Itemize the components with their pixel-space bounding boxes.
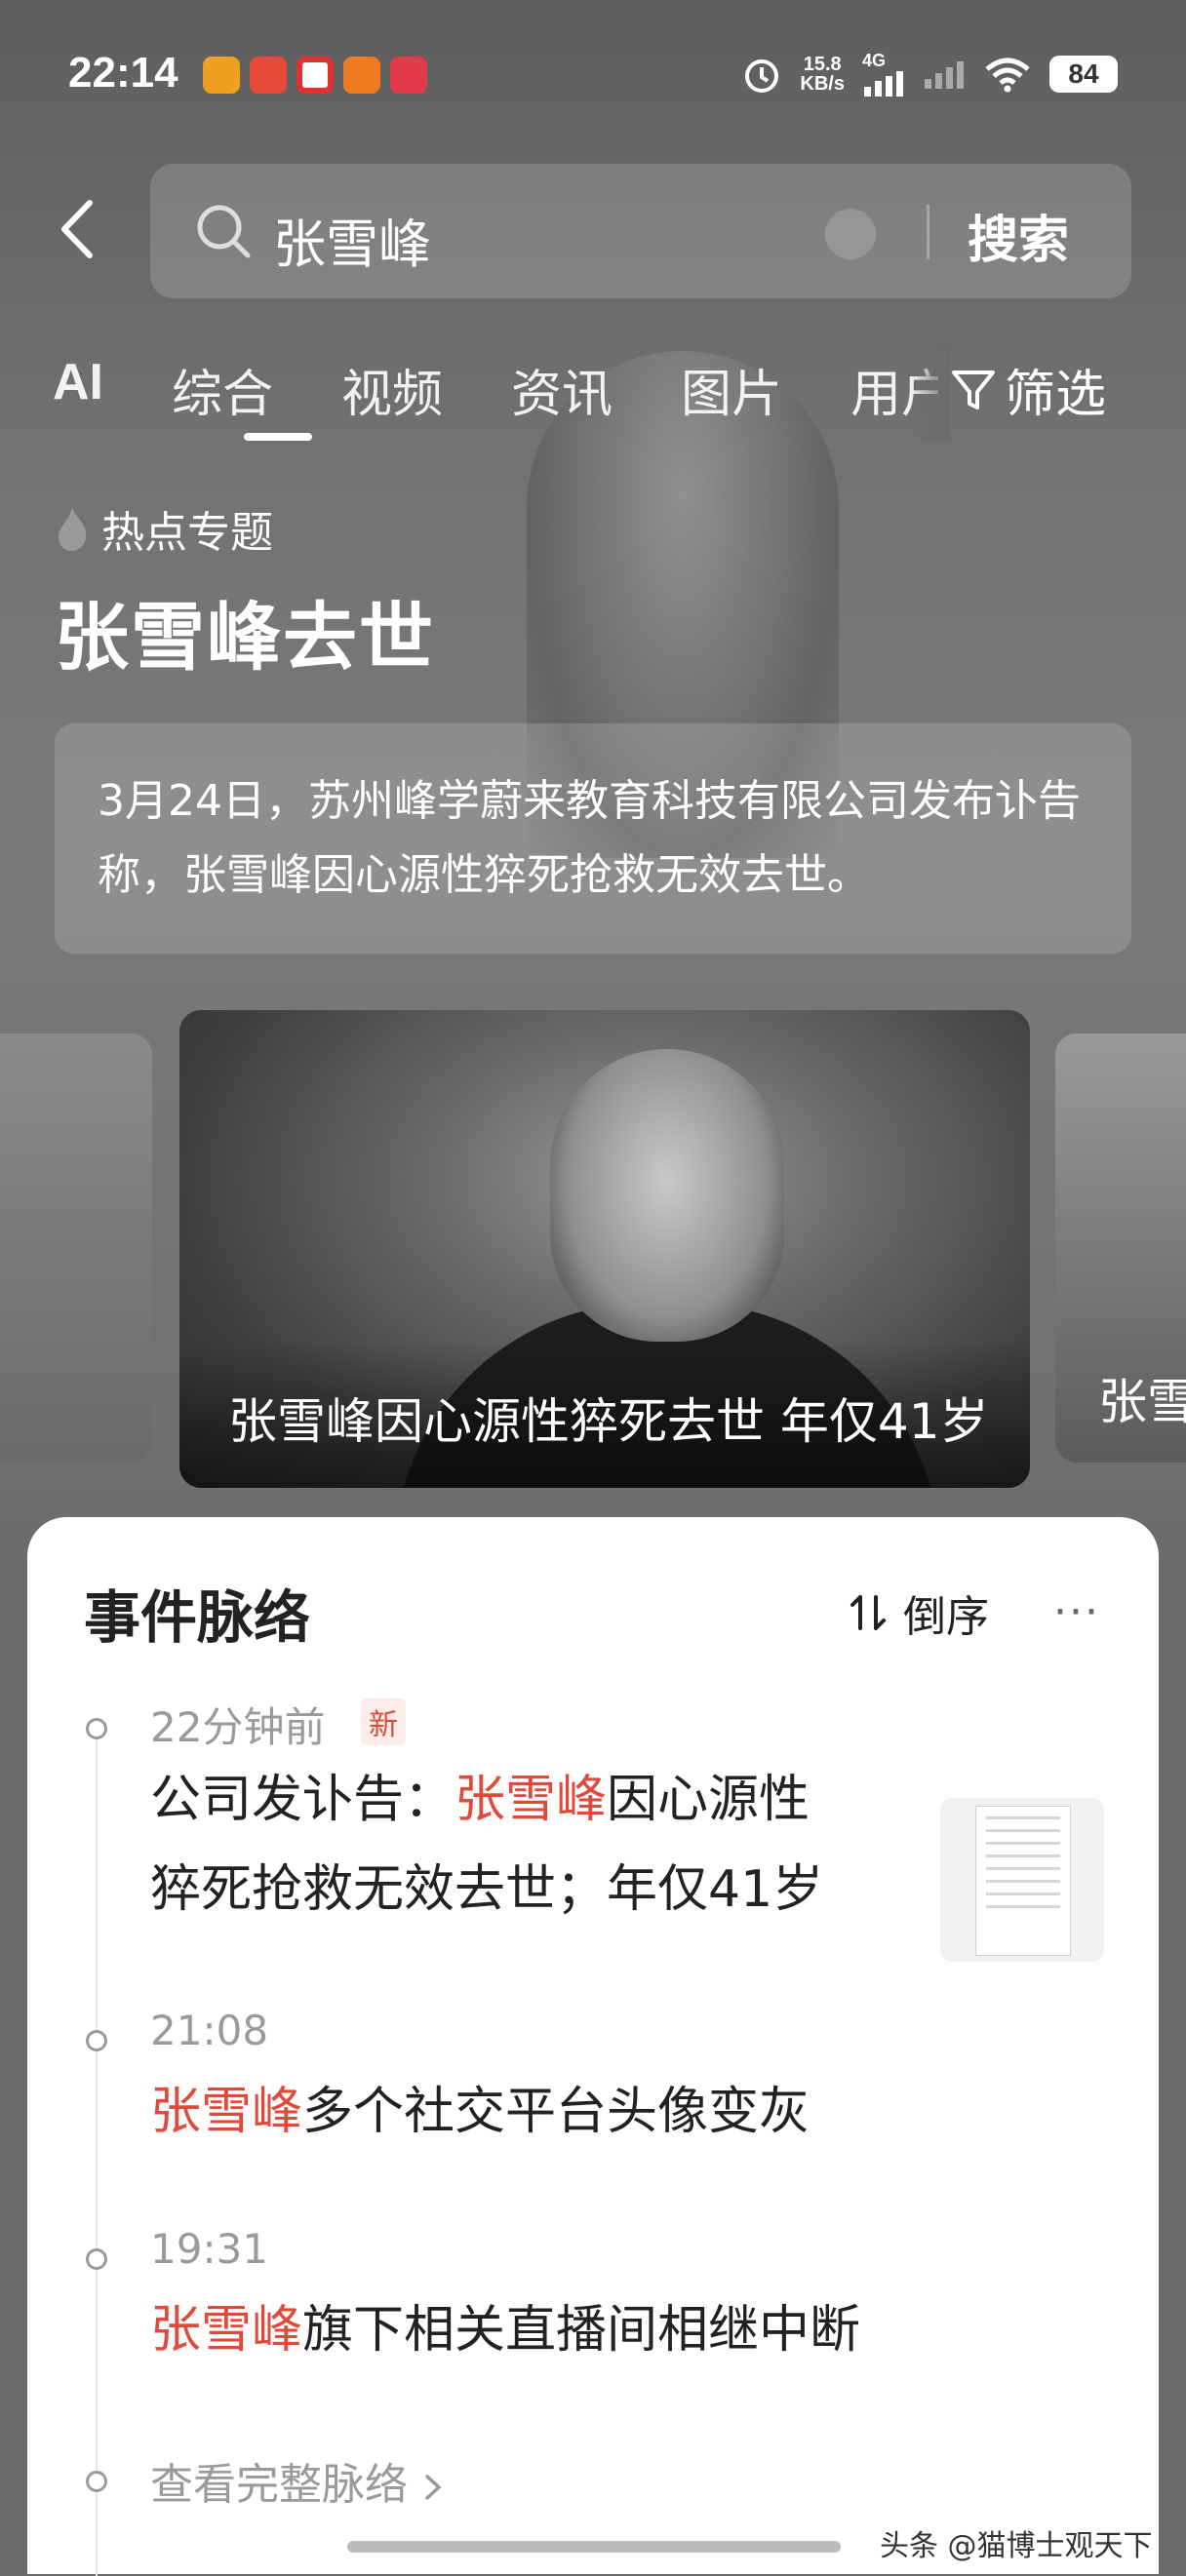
app-icon	[390, 57, 427, 94]
sort-icon	[850, 1595, 886, 1630]
event-timeline-card: 事件脉络 倒序 ··· 22分钟前 新 公司发讣告：张雪峰因心源性 猝死抢救无效…	[27, 1517, 1159, 2576]
filter-label: 筛选	[1005, 366, 1107, 424]
hot-topic-badge: 热点专题	[55, 497, 273, 560]
carousel-main-card[interactable]: 张雪峰因心源性猝死去世 年仅41岁	[179, 1010, 1030, 1488]
filter-icon	[952, 370, 995, 410]
status-bar: 22:14 15.8 KB/s 4G 84	[0, 0, 1186, 146]
timeline-time: 22分钟前	[150, 1703, 326, 1751]
timeline-item[interactable]: 张雪峰旗下相关直播间相继中断	[150, 2285, 1028, 2375]
tab-fade	[911, 343, 950, 441]
view-full-timeline-link[interactable]: 查看完整脉络	[150, 2449, 445, 2512]
highlight-name: 张雪峰	[150, 2301, 303, 2360]
active-tab-indicator	[244, 433, 312, 441]
timeline-dot	[86, 2471, 107, 2492]
toutiao-app-icon	[250, 57, 287, 94]
flame-icon	[58, 507, 87, 551]
status-indicators: 15.8 KB/s 4G 84	[741, 51, 1118, 97]
carousel-next-caption: 张雪	[1098, 1374, 1186, 1430]
carousel-caption: 张雪峰因心源性猝死去世 年仅41岁	[228, 1393, 989, 1450]
timeline-item[interactable]: 公司发讣告：张雪峰因心源性 猝死抢救无效去世；年仅41岁	[150, 1755, 921, 1934]
video-app-icon	[296, 57, 334, 94]
topic-title[interactable]: 张雪峰去世	[55, 577, 435, 684]
portrait-photo-head	[550, 1049, 784, 1342]
timeline-time: 19:31	[150, 2225, 269, 2273]
timeline-item[interactable]: 张雪峰多个社交平台头像变灰	[150, 2067, 1028, 2157]
timeline-dot	[86, 2248, 107, 2270]
search-bar[interactable]: 张雪峰 搜索	[150, 164, 1131, 298]
topic-summary: 3月24日，苏州峰学蔚来教育科技有限公司发布讣告称，张雪峰因心源性猝死抢救无效去…	[98, 776, 1081, 900]
chevron-left-icon	[61, 200, 93, 258]
alarm-icon	[745, 59, 779, 93]
search-button[interactable]: 搜索	[968, 199, 1069, 272]
timeline-line	[96, 1737, 98, 2576]
topic-summary-card[interactable]: 3月24日，苏州峰学蔚来教育科技有限公司发布讣告称，张雪峰因心源性猝死抢救无效去…	[55, 723, 1131, 954]
notification-icons	[203, 57, 427, 94]
timeline-dot	[86, 2030, 107, 2051]
filter-button[interactable]: 筛选	[948, 353, 1106, 426]
tab-comprehensive[interactable]: 综合	[172, 353, 273, 426]
timeline-time: 21:08	[150, 2007, 269, 2054]
tab-images[interactable]: 图片	[681, 353, 782, 426]
wifi-icon	[985, 58, 1030, 92]
highlight-name: 张雪峰	[150, 2083, 303, 2141]
timeline-title: 事件脉络	[84, 1584, 311, 1651]
back-button[interactable]	[51, 195, 109, 263]
carousel-prev-card[interactable]	[0, 1034, 152, 1463]
tab-video[interactable]: 视频	[341, 353, 443, 426]
app-icon	[203, 57, 240, 94]
signal-bars-icon	[925, 60, 964, 89]
tab-ai[interactable]: AI	[53, 353, 103, 411]
status-time: 22:14	[68, 49, 178, 97]
watermark: 头条 @猫博士观天下	[880, 2529, 1153, 2563]
category-tabs: AI 综合 视频 资讯 图片 用户 筛选	[53, 343, 1135, 441]
highlight-name: 张雪峰	[455, 1771, 608, 1829]
more-options-icon[interactable]: ···	[1053, 1587, 1100, 1637]
chevron-right-icon	[425, 2475, 442, 2500]
search-divider	[927, 205, 929, 259]
clear-icon[interactable]	[825, 209, 876, 259]
search-input[interactable]: 张雪峰	[273, 201, 431, 278]
tab-news[interactable]: 资讯	[511, 353, 613, 426]
app-icon	[343, 57, 380, 94]
timeline-dot	[86, 1718, 107, 1739]
sort-order-button[interactable]: 倒序	[847, 1581, 989, 1644]
battery-indicator: 84	[1049, 55, 1118, 93]
obituary-thumbnail[interactable]	[940, 1798, 1104, 1962]
search-icon	[197, 205, 251, 258]
carousel-next-card[interactable]: 张雪	[1055, 1034, 1186, 1463]
home-indicator[interactable]	[347, 2541, 841, 2553]
new-badge: 新	[361, 1698, 406, 1745]
signal-4g-icon: 4G	[862, 51, 905, 97]
network-speed: 15.8 KB/s	[800, 53, 845, 95]
